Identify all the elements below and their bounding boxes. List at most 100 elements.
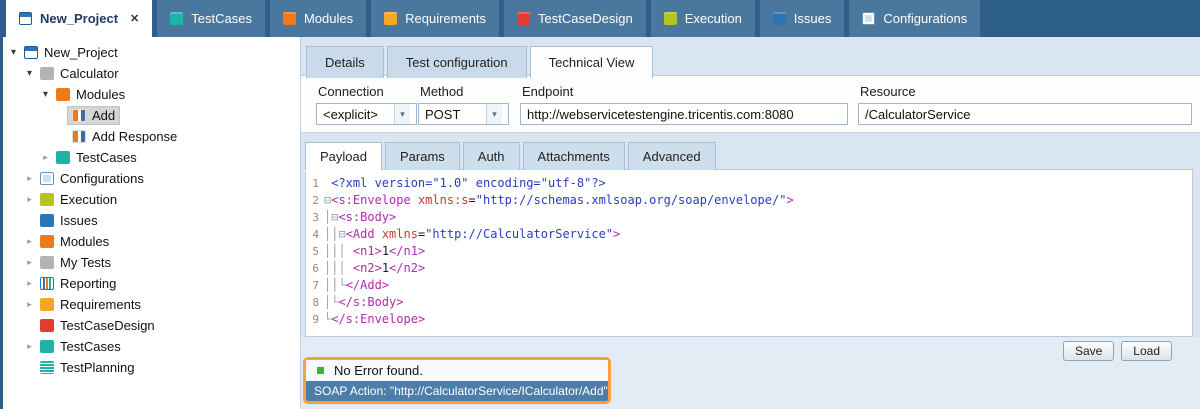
tree-item-testplanning[interactable]: TestPlanning [3,357,300,378]
expanded-arrow-icon[interactable]: ▾ [39,89,52,100]
endpoint-value: http://webservicetestengine.tricentis.co… [527,107,794,122]
main-tab-new_project[interactable]: New_Project✕ [6,0,152,37]
line-number: 9 [306,311,324,328]
collapsed-arrow-icon[interactable]: ▸ [23,299,36,310]
detail-tab-details[interactable]: Details [306,46,384,78]
tab-label: Requirements [405,11,486,26]
folder-lime-icon [664,12,677,25]
tree-item-reporting[interactable]: ▸Reporting [3,273,300,294]
payload-tab-payload[interactable]: Payload [305,142,382,170]
main-tab-testcasedesign[interactable]: TestCaseDesign [504,0,646,37]
method-value: POST [425,107,460,122]
code-line[interactable]: 4││⊟<Add xmlns="http://CalculatorService… [306,226,1192,243]
payload-tab-attachments[interactable]: Attachments [523,142,625,170]
main-tab-execution[interactable]: Execution [651,0,755,37]
tree-item-label: TestCaseDesign [60,318,155,333]
folder-amber-icon [40,298,54,311]
collapsed-arrow-icon[interactable]: ▸ [23,278,36,289]
expanded-arrow-icon[interactable]: ▾ [7,47,20,58]
code-line[interactable]: 3│⊟<s:Body> [306,209,1192,226]
payload-tab-params[interactable]: Params [385,142,460,170]
module-icon [72,130,86,143]
tree-item-modules[interactable]: ▾Modules [3,84,300,105]
code-text: <?xml version="1.0" encoding="utf-8"?> [324,175,606,192]
status-message: No Error found. [334,363,423,378]
payload-tab-auth[interactable]: Auth [463,142,520,170]
folder-red-icon [40,319,54,332]
connection-select[interactable]: <explicit> ▾ [316,103,417,125]
folder-teal-icon [40,340,54,353]
collapsed-arrow-icon[interactable]: ▸ [23,194,36,205]
tree-item-content: Execution [36,191,121,208]
payload-editor[interactable]: 1 <?xml version="1.0" encoding="utf-8"?>… [305,169,1193,337]
tree-item-content: Add Response [68,128,181,145]
reporting-icon [40,277,54,290]
tree-item-calculator[interactable]: ▾ Calculator [3,63,300,84]
main-tab-issues[interactable]: Issues [760,0,845,37]
payload-tab-bar: PayloadParamsAuthAttachmentsAdvanced [305,142,716,170]
folder-blue-icon [773,12,786,25]
tree-item-testcases[interactable]: ▸ TestCases [3,336,300,357]
chevron-down-icon[interactable]: ▾ [486,104,502,124]
code-line[interactable]: 2⊟<s:Envelope xmlns:s="http://schemas.xm… [306,192,1192,209]
tree-item-requirements[interactable]: ▸Requirements [3,294,300,315]
save-button[interactable]: Save [1063,341,1114,361]
main-tab-modules[interactable]: Modules [270,0,366,37]
folder-blue-icon [40,214,54,227]
expanded-arrow-icon[interactable]: ▾ [23,68,36,79]
chevron-down-icon[interactable]: ▾ [394,104,410,124]
collapsed-arrow-icon[interactable]: ▸ [39,152,52,163]
main-tab-configurations[interactable]: Configurations [849,0,980,37]
collapsed-arrow-icon[interactable]: ▸ [23,236,36,247]
tree-item-issues[interactable]: Issues [3,210,300,231]
detail-tab-technical-view[interactable]: Technical View [530,46,654,78]
line-number: 5 [306,243,324,260]
tree-item-execution[interactable]: ▸Execution [3,189,300,210]
folder-teal-icon [170,12,183,25]
code-line[interactable]: 8│└</s:Body> [306,294,1192,311]
tree-item-content: Add [68,107,119,124]
tree-item-content: TestPlanning [36,359,138,376]
code-line[interactable]: 1 <?xml version="1.0" encoding="utf-8"?> [306,175,1192,192]
code-line[interactable]: 9└</s:Envelope> [306,311,1192,328]
tree-item-modules[interactable]: ▸Modules [3,231,300,252]
code-line[interactable]: 5│││ <n1>1</n1> [306,243,1192,260]
tree-item-testcases[interactable]: ▸TestCases [3,147,300,168]
folder-lime-icon [40,193,54,206]
request-form: Connection Method Endpoint Resource <exp… [301,75,1200,133]
tree-item-testcasedesign[interactable]: TestCaseDesign [3,315,300,336]
collapsed-arrow-icon[interactable]: ▸ [23,257,36,268]
resource-input[interactable]: /CalculatorService [858,103,1192,125]
tree-item-label: TestCases [60,339,121,354]
folder-red-icon [517,12,530,25]
detail-tab-test-configuration[interactable]: Test configuration [387,46,527,78]
endpoint-input[interactable]: http://webservicetestengine.tricentis.co… [520,103,848,125]
payload-tab-advanced[interactable]: Advanced [628,142,716,170]
tree-item-add[interactable]: Add [3,105,300,126]
tree-item-new_project[interactable]: ▾ New_Project [3,42,300,63]
folder-orange-icon [40,235,54,248]
detail-tab-bar: DetailsTest configurationTechnical View [306,46,653,78]
config-icon [40,172,54,185]
tree-item-add-response[interactable]: Add Response [3,126,300,147]
tree-item-label: Calculator [60,66,119,81]
tree-item-configurations[interactable]: ▸Configurations [3,168,300,189]
testplanning-icon [40,361,54,374]
method-select[interactable]: POST ▾ [418,103,509,125]
code-line[interactable]: 6│││ <n2>1</n2> [306,260,1192,277]
load-button[interactable]: Load [1121,341,1172,361]
tab-label: Execution [685,11,742,26]
main-tab-requirements[interactable]: Requirements [371,0,499,37]
tree-item-content: TestCases [52,149,141,166]
tab-label: TestCases [191,11,252,26]
tree-item-label: New_Project [44,45,118,60]
tree-item-my-tests[interactable]: ▸My Tests [3,252,300,273]
collapsed-arrow-icon[interactable]: ▸ [23,173,36,184]
close-tab-icon[interactable]: ✕ [130,12,139,25]
collapsed-arrow-icon[interactable]: ▸ [23,341,36,352]
code-text: ││⊟<Add xmlns="http://CalculatorService"… [324,226,620,243]
main-tab-testcases[interactable]: TestCases [157,0,265,37]
tree-item-content: TestCaseDesign [36,317,159,334]
code-line[interactable]: 7││└</Add> [306,277,1192,294]
tab-label: Modules [304,11,353,26]
